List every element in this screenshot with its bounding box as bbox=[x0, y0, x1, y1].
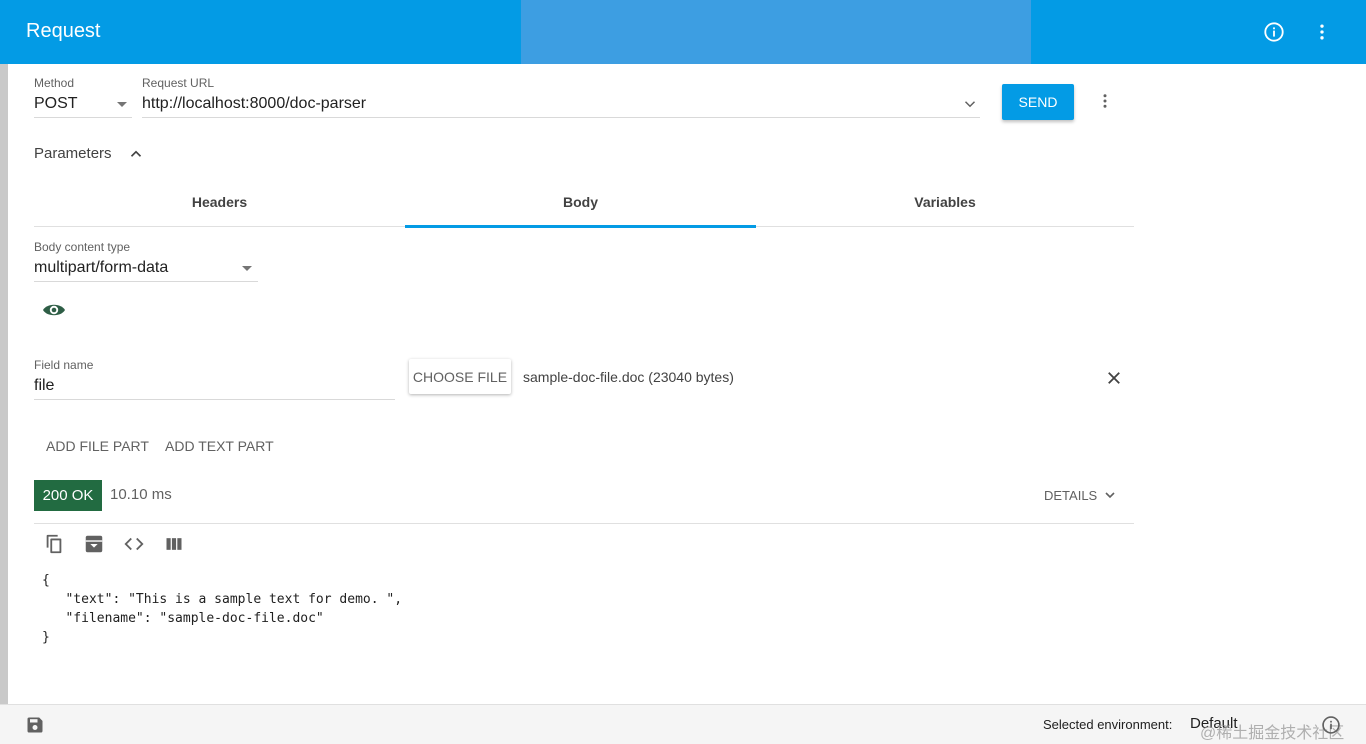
save-icon[interactable] bbox=[24, 714, 46, 736]
footer-bar: Selected environment: Default @稀土掘金技术社区 bbox=[0, 704, 1366, 744]
add-file-part-button[interactable]: ADD FILE PART bbox=[46, 438, 149, 454]
env-info-icon[interactable] bbox=[1320, 714, 1342, 736]
tab-selected-indicator bbox=[405, 225, 756, 228]
columns-icon[interactable] bbox=[162, 532, 186, 556]
page-title: Request bbox=[26, 20, 101, 42]
more-vert-icon[interactable] bbox=[1306, 16, 1338, 48]
request-menu-icon[interactable] bbox=[1095, 91, 1115, 111]
content-type-dropdown-icon[interactable] bbox=[242, 266, 252, 271]
env-label: Selected environment: bbox=[1043, 717, 1173, 732]
field-name-label: Field name bbox=[34, 358, 94, 372]
tab-headers[interactable]: Headers bbox=[34, 184, 405, 220]
method-label: Method bbox=[34, 76, 75, 90]
details-chevron-icon[interactable] bbox=[1101, 486, 1119, 504]
close-icon[interactable] bbox=[1103, 367, 1125, 389]
json-line: { bbox=[42, 573, 50, 588]
copy-icon[interactable] bbox=[42, 532, 66, 556]
choose-file-button[interactable]: CHOOSE FILE bbox=[409, 359, 511, 394]
response-divider bbox=[34, 523, 1134, 524]
response-json: { "text": "This is a sample text for dem… bbox=[42, 571, 402, 647]
tab-body[interactable]: Body bbox=[405, 184, 756, 220]
url-label: Request URL bbox=[142, 76, 215, 90]
url-underline bbox=[142, 117, 980, 118]
code-icon[interactable] bbox=[122, 532, 146, 556]
send-button[interactable]: SEND bbox=[1002, 84, 1074, 120]
add-text-part-button[interactable]: ADD TEXT PART bbox=[165, 438, 274, 454]
json-line: } bbox=[42, 630, 50, 645]
status-badge: 200 OK bbox=[34, 480, 102, 511]
chevron-down-icon[interactable] bbox=[960, 94, 980, 114]
eye-icon[interactable] bbox=[42, 299, 66, 321]
left-rail bbox=[0, 64, 8, 704]
app-bar-highlight bbox=[521, 0, 1031, 64]
response-time: 10.10 ms bbox=[110, 486, 172, 503]
app-bar: Request bbox=[0, 0, 1366, 64]
url-input[interactable]: http://localhost:8000/doc-parser bbox=[142, 95, 366, 113]
info-icon[interactable] bbox=[1258, 16, 1290, 48]
field-name-underline bbox=[34, 399, 395, 400]
json-line: "text": "This is a sample text for demo.… bbox=[42, 592, 403, 607]
file-info: sample-doc-file.doc (23040 bytes) bbox=[523, 369, 734, 385]
tab-variables[interactable]: Variables bbox=[756, 184, 1134, 220]
chevron-up-icon[interactable] bbox=[126, 144, 146, 164]
content-type-label: Body content type bbox=[34, 240, 131, 254]
json-line: "filename": "sample-doc-file.doc" bbox=[42, 611, 324, 626]
content-type-select[interactable]: multipart/form-data bbox=[34, 259, 168, 277]
details-button[interactable]: DETAILS bbox=[1044, 488, 1097, 503]
method-select[interactable]: POST bbox=[34, 95, 78, 113]
content-type-underline bbox=[34, 281, 258, 282]
parameters-title[interactable]: Parameters bbox=[34, 145, 112, 162]
method-dropdown-icon[interactable] bbox=[117, 102, 127, 107]
field-name-input[interactable]: file bbox=[34, 377, 54, 395]
method-underline bbox=[34, 117, 132, 118]
save-response-icon[interactable] bbox=[82, 532, 106, 556]
